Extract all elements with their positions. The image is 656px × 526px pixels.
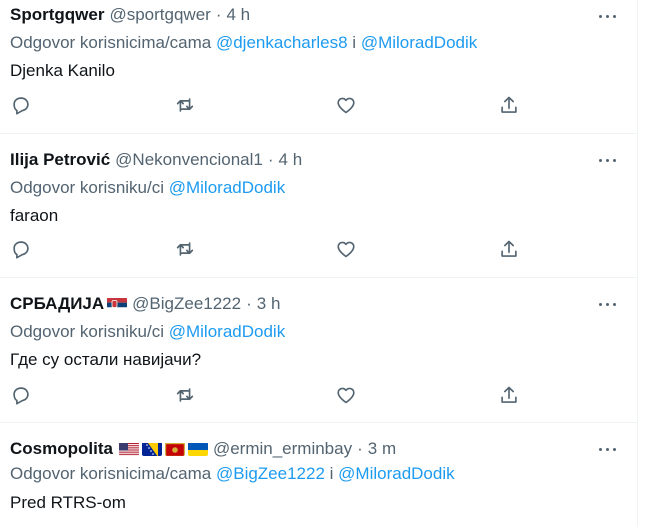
more-icon[interactable] — [595, 150, 619, 170]
usa-flag-icon — [118, 442, 139, 456]
replying-to: Odgovor korisnicima/cama @djenkacharles8… — [10, 33, 477, 53]
reply-joiner: i — [347, 33, 361, 52]
replying-to: Odgovor korisnicima/cama @BigZee1222 i @… — [10, 464, 455, 484]
tweet-header: Ilija Petrović @Nekonvencional1 · 4 h — [10, 146, 302, 174]
tweet-header: Sportgqwer @sportgqwer · 4 h — [10, 1, 250, 29]
replying-to: Odgovor korisniku/ci @MiloradDodik — [10, 178, 285, 198]
separator-dot: · — [357, 439, 363, 458]
tweet-text: Pred RTRS-om — [10, 493, 126, 512]
author-name[interactable]: Ilija Petrović — [10, 150, 110, 170]
retweet-icon[interactable] — [174, 384, 198, 408]
more-icon[interactable] — [595, 439, 619, 459]
tweet-text: Djenka Kanilo — [10, 61, 115, 80]
tweet[interactable]: Sportgqwer @sportgqwer · 4 h Odgovor kor… — [0, 0, 637, 134]
reply-icon[interactable] — [10, 238, 34, 262]
tweet-actions — [10, 94, 530, 118]
montenegro-flag-icon — [164, 442, 185, 456]
retweet-icon[interactable] — [174, 238, 198, 262]
tweet[interactable]: Ilija Petrović @Nekonvencional1 · 4 h Od… — [0, 134, 637, 278]
timestamp[interactable]: 3 h — [257, 294, 281, 314]
mention-link[interactable]: @MiloradDodik — [361, 33, 477, 52]
mention-link[interactable]: @MiloradDodik — [338, 464, 454, 483]
timestamp[interactable]: 3 m — [368, 439, 396, 459]
tweet-actions — [10, 238, 530, 262]
reply-icon[interactable] — [10, 384, 34, 408]
more-icon[interactable] — [595, 294, 619, 314]
author-handle[interactable]: @Nekonvencional1 — [115, 150, 263, 170]
reply-prefix: Odgovor korisnicima/cama — [10, 464, 216, 483]
separator-dot: · — [215, 5, 222, 24]
ukraine-flag-icon — [187, 442, 208, 456]
tweet-actions — [10, 384, 530, 408]
like-icon[interactable] — [335, 238, 359, 262]
replying-to: Odgovor korisniku/ci @MiloradDodik — [10, 322, 285, 342]
share-icon[interactable] — [498, 238, 522, 262]
tweet-text: faraon — [10, 206, 59, 225]
share-icon[interactable] — [498, 94, 522, 118]
tweet-text: Где су остали навијачи? — [10, 350, 202, 369]
reply-feed: Sportgqwer @sportgqwer · 4 h Odgovor kor… — [0, 0, 638, 526]
retweet-icon[interactable] — [174, 94, 198, 118]
author-handle[interactable]: @sportgqwer — [109, 5, 210, 25]
serbia-flag-icon — [107, 297, 128, 311]
reply-icon[interactable] — [10, 94, 34, 118]
mention-link[interactable]: @MiloradDodik — [169, 178, 285, 197]
tweet-header: СРБАДИЈА @BigZee1222 · 3 h — [10, 290, 280, 318]
author-name[interactable]: СРБАДИЈА — [10, 294, 104, 314]
reply-joiner: i — [324, 464, 339, 483]
share-icon[interactable] — [498, 384, 522, 408]
author-handle[interactable]: @BigZee1222 — [132, 294, 241, 314]
separator-dot: · — [267, 150, 274, 169]
like-icon[interactable] — [335, 94, 359, 118]
author-name[interactable]: Cosmopolita — [10, 439, 113, 459]
more-icon[interactable] — [595, 6, 619, 26]
tweet[interactable]: СРБАДИЈА @BigZee1222 · 3 h Odgovor koris… — [0, 278, 637, 423]
mention-link[interactable]: @BigZee1222 — [216, 464, 325, 483]
separator-dot: · — [246, 294, 252, 313]
reply-prefix: Odgovor korisniku/ci — [10, 322, 169, 341]
timestamp[interactable]: 4 h — [279, 150, 303, 170]
timestamp[interactable]: 4 h — [226, 5, 250, 25]
mention-link[interactable]: @djenkacharles8 — [216, 33, 348, 52]
tweet-header: Cosmopolita @ermin_erminbay · 3 m — [10, 435, 396, 463]
author-handle[interactable]: @ermin_erminbay — [213, 439, 352, 459]
reply-prefix: Odgovor korisniku/ci — [10, 178, 169, 197]
author-name[interactable]: Sportgqwer — [10, 5, 104, 25]
like-icon[interactable] — [335, 384, 359, 408]
bosnia-flag-icon — [141, 442, 162, 456]
tweet[interactable]: Cosmopolita @ermin_erminbay · 3 m Odgovo… — [0, 423, 637, 526]
mention-link[interactable]: @MiloradDodik — [169, 322, 285, 341]
reply-prefix: Odgovor korisnicima/cama — [10, 33, 216, 52]
